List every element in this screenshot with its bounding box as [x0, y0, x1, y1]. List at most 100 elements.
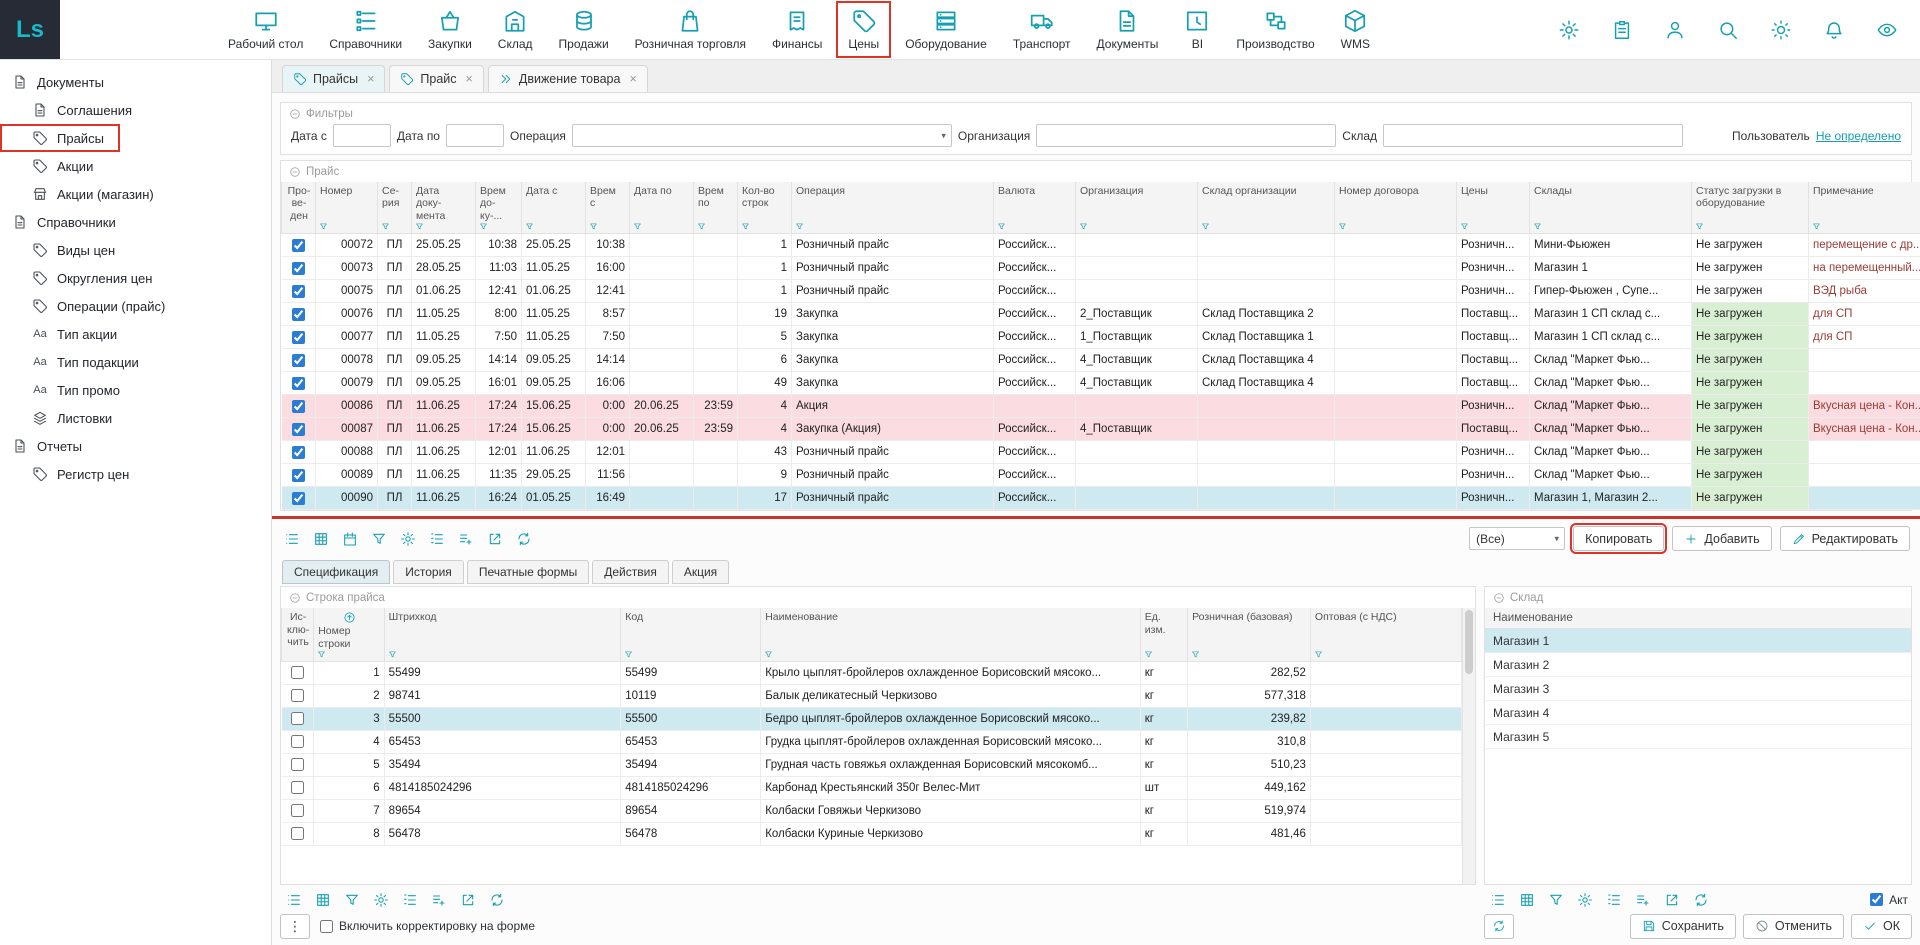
row-posted-checkbox[interactable] [292, 446, 305, 459]
refresh-button[interactable] [1693, 892, 1709, 908]
sidebar-item-agreements[interactable]: Соглашения [0, 96, 271, 124]
column-header[interactable]: Примечание [1809, 182, 1920, 234]
nav-item-catalogs[interactable]: Справочники [316, 0, 415, 59]
doc-tab-price[interactable]: Прайс× [389, 65, 483, 92]
exclude-checkbox[interactable] [291, 735, 304, 748]
view-details-button[interactable] [1490, 892, 1506, 908]
column-header[interactable]: Врем с [586, 182, 630, 234]
row-posted-checkbox[interactable] [292, 239, 305, 252]
column-header[interactable]: Номер строки [314, 608, 384, 661]
table-row[interactable]: 648141850242964814185024296Карбонад Крес… [282, 776, 1462, 799]
nav-item-desktop[interactable]: Рабочий стол [215, 0, 316, 59]
external-button[interactable] [460, 892, 476, 908]
store-row[interactable]: Магазин 3 [1485, 677, 1911, 701]
row-posted-checkbox[interactable] [292, 354, 305, 367]
nav-item-prices[interactable]: Цены [835, 0, 892, 59]
row-posted-checkbox[interactable] [292, 492, 305, 505]
row-posted-checkbox[interactable] [292, 423, 305, 436]
sidebar-section-documents[interactable]: Документы [0, 68, 271, 96]
store-row[interactable]: Магазин 5 [1485, 725, 1911, 749]
column-header[interactable]: Врем до- ку-... [476, 182, 522, 234]
close-tab-icon[interactable]: × [466, 72, 473, 86]
column-header[interactable]: Валюта [994, 182, 1076, 234]
funnel-button[interactable] [344, 892, 360, 908]
exclude-checkbox[interactable] [291, 689, 304, 702]
nav-item-warehouse[interactable]: Склад [485, 0, 546, 59]
view-grid-button[interactable] [1519, 892, 1535, 908]
scrollbar-thumb[interactable] [1465, 610, 1473, 674]
store-row[interactable]: Магазин 4 [1485, 701, 1911, 725]
table-row[interactable]: 85647856478Колбаски Куриные Черкизовокг4… [282, 822, 1462, 845]
num-list-button[interactable] [402, 892, 418, 908]
exclude-checkbox[interactable] [291, 666, 304, 679]
sidebar-item-leaflets[interactable]: Листовки [0, 404, 271, 432]
spec-scrollbar[interactable] [1462, 608, 1475, 884]
table-row[interactable]: 35550055500Бедро цыплят-бройлеров охлажд… [282, 707, 1462, 730]
nav-item-wms[interactable]: WMS [1328, 0, 1383, 59]
view-grid-button[interactable] [313, 531, 329, 547]
table-row[interactable]: 46545365453Грудка цыплят-бройлеров охлаж… [282, 730, 1462, 753]
table-row[interactable]: 53549435494Грудная часть говяжья охлажде… [282, 753, 1462, 776]
nav-item-retail[interactable]: Розничная торговля [622, 0, 759, 59]
column-header[interactable]: Се- рия [378, 182, 412, 234]
sidebar-item-promo-type[interactable]: АаТип акции [0, 320, 271, 348]
table-row[interactable]: 00072ПЛ25.05.2510:3825.05.2510:381Рознич… [282, 234, 1920, 257]
store-column-header[interactable]: Наименование [1485, 608, 1911, 629]
cancel-button[interactable]: Отменить [1743, 914, 1844, 939]
ok-button[interactable]: ОК [1851, 914, 1912, 939]
exclude-checkbox[interactable] [291, 781, 304, 794]
tab-print-forms[interactable]: Печатные формы [467, 560, 589, 584]
exclude-checkbox[interactable] [291, 827, 304, 840]
column-header[interactable]: Наименование [761, 608, 1141, 661]
table-row[interactable]: 29874110119Балык деликатесный Черкизовок… [282, 684, 1462, 707]
num-list-button[interactable] [1606, 892, 1622, 908]
refresh-button[interactable] [516, 531, 532, 547]
exclude-checkbox[interactable] [291, 804, 304, 817]
table-row[interactable]: 78965489654Колбаски Говяжьи Черкизовокг5… [282, 799, 1462, 822]
column-header[interactable]: Дата с [522, 182, 586, 234]
brightness-button[interactable] [1770, 19, 1792, 41]
add-button[interactable]: Добавить [1672, 526, 1771, 551]
enable-adjustment-checkbox[interactable] [320, 920, 333, 933]
column-header[interactable]: Номер [316, 182, 378, 234]
sidebar-item-promo-kind[interactable]: АаТип промо [0, 376, 271, 404]
tab-actions[interactable]: Действия [592, 560, 669, 584]
more-menu-button[interactable]: ⋮ [280, 914, 310, 939]
column-header[interactable]: Дата по [630, 182, 694, 234]
table-row[interactable]: 00088ПЛ11.06.2512:0111.06.2512:0143Розни… [282, 441, 1920, 464]
external-button[interactable] [487, 531, 503, 547]
column-header[interactable]: Врем по [694, 182, 738, 234]
table-row[interactable]: 15549955499Крыло цыплят-бройлеров охлажд… [282, 661, 1462, 684]
list-plus-button[interactable] [431, 892, 447, 908]
table-row[interactable]: 00078ПЛ09.05.2514:1409.05.2514:146Закупк… [282, 349, 1920, 372]
sidebar-item-price-rounding[interactable]: Округления цен [0, 264, 271, 292]
save-button[interactable]: Сохранить [1630, 914, 1736, 939]
copy-button[interactable]: Копировать [1573, 526, 1664, 551]
user-link[interactable]: Не определено [1816, 129, 1901, 143]
date-to-input[interactable] [446, 124, 504, 147]
column-header[interactable]: Склад организации [1198, 182, 1335, 234]
nav-item-documents[interactable]: Документы [1084, 0, 1172, 59]
view-grid-button[interactable] [315, 892, 331, 908]
table-row[interactable]: 00077ПЛ11.05.257:5011.05.257:505ЗакупкаР… [282, 326, 1920, 349]
row-posted-checkbox[interactable] [292, 377, 305, 390]
sidebar-item-price-operations[interactable]: Операции (прайс) [0, 292, 271, 320]
gear-button[interactable] [1577, 892, 1593, 908]
sidebar-item-sub-promo-type[interactable]: АаТип подакции [0, 348, 271, 376]
settings-button[interactable] [1558, 19, 1580, 41]
organization-input[interactable] [1036, 124, 1336, 147]
nav-item-bi[interactable]: BI [1171, 0, 1223, 59]
table-row[interactable]: 00090ПЛ11.06.2516:2401.05.2516:4917Розни… [282, 487, 1920, 510]
view-details-button[interactable] [284, 531, 300, 547]
column-header[interactable]: Кол-во строк [738, 182, 792, 234]
external-button[interactable] [1664, 892, 1680, 908]
sidebar-section-reports[interactable]: Отчеты [0, 432, 271, 460]
row-posted-checkbox[interactable] [292, 331, 305, 344]
table-row[interactable]: 00086ПЛ11.06.2517:2415.06.250:0020.06.25… [282, 395, 1920, 418]
column-header[interactable]: Номер договора [1335, 182, 1457, 234]
close-tab-icon[interactable]: × [367, 72, 374, 86]
store-row[interactable]: Магазин 1 [1485, 629, 1911, 653]
nav-item-transport[interactable]: Транспорт [1000, 0, 1084, 59]
num-list-button[interactable] [429, 531, 445, 547]
table-row[interactable]: 00075ПЛ01.06.2512:4101.06.2512:411Рознич… [282, 280, 1920, 303]
